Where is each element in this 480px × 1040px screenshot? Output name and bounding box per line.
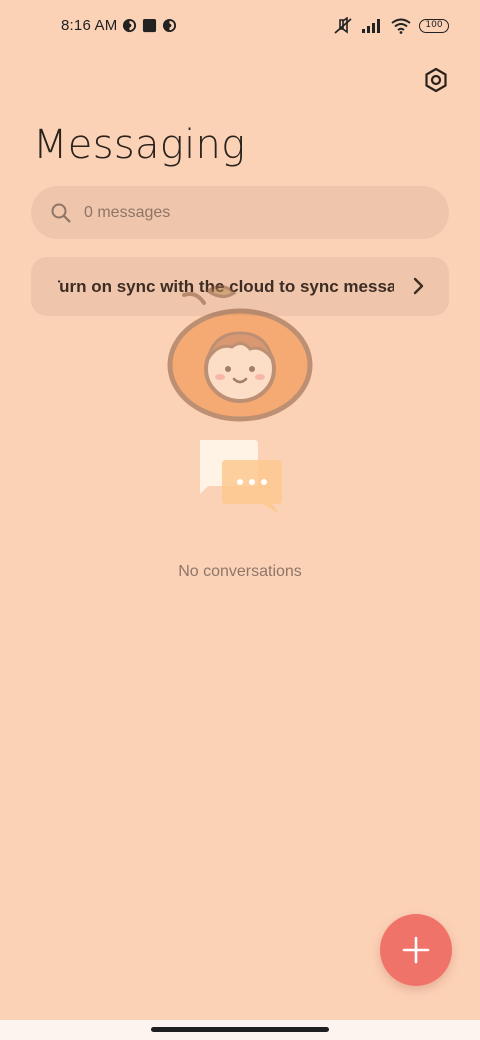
wifi-icon bbox=[391, 18, 411, 34]
search-bar[interactable]: 0 messages bbox=[31, 186, 449, 239]
square-notification-icon bbox=[143, 18, 157, 33]
search-icon bbox=[51, 203, 71, 223]
status-time: 8:16 AM bbox=[61, 17, 118, 34]
settings-hexagon-icon bbox=[425, 67, 447, 93]
signal-icon bbox=[362, 19, 380, 33]
mute-icon bbox=[334, 17, 352, 34]
navigation-bar bbox=[0, 1020, 480, 1040]
status-bar: 8:16 AM 100 bbox=[0, 0, 480, 56]
data-saver-icon bbox=[123, 18, 137, 33]
new-message-button[interactable] bbox=[380, 914, 452, 986]
chevron-right-icon bbox=[413, 277, 424, 295]
status-left: 8:16 AM bbox=[61, 17, 177, 34]
battery-indicator: 100 bbox=[419, 19, 449, 33]
home-gesture-handle[interactable] bbox=[151, 1027, 329, 1032]
mascot-watermark bbox=[167, 285, 313, 422]
empty-chat-bubbles-icon bbox=[200, 440, 282, 514]
empty-state-text: No conversations bbox=[178, 563, 302, 580]
settings-button[interactable] bbox=[420, 64, 452, 96]
page-title: Messaging bbox=[33, 122, 246, 168]
messaging-screen: 8:16 AM 100 Messaging 0 messages urn on … bbox=[0, 0, 480, 1040]
status-right: 100 bbox=[333, 17, 449, 35]
search-placeholder: 0 messages bbox=[84, 203, 171, 221]
plus-icon bbox=[402, 936, 430, 964]
data-saver-icon bbox=[163, 18, 177, 33]
